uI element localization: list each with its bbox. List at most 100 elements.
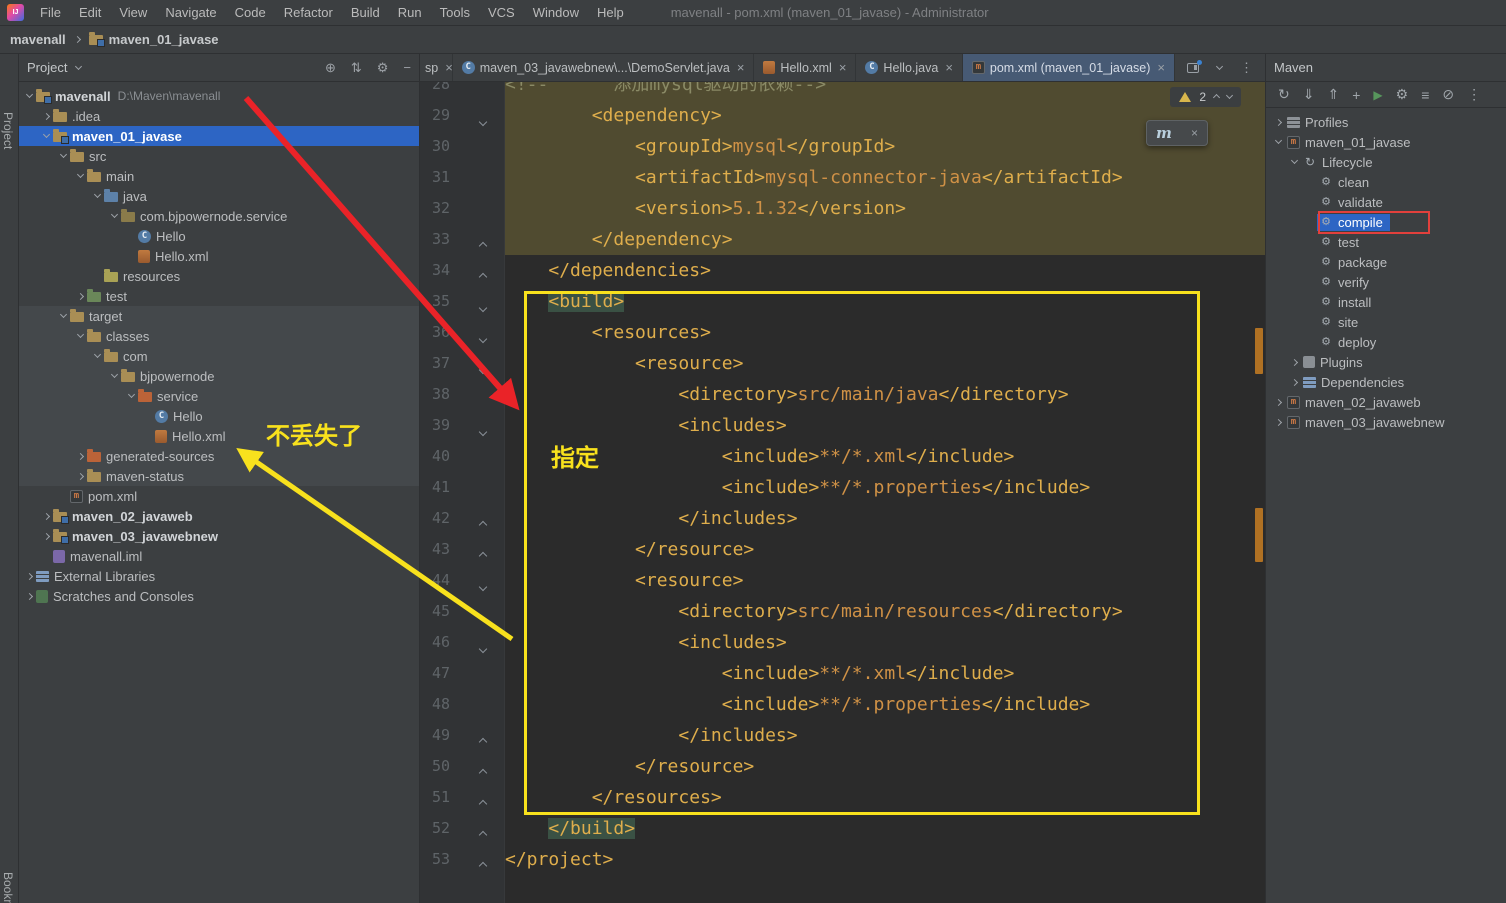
code-line-34[interactable]: 34 </dependencies> — [420, 255, 1265, 286]
add-maven-project-icon[interactable]: + — [1352, 87, 1360, 103]
reimport-maven-icon[interactable]: ↻ — [1278, 86, 1290, 103]
code-line-46[interactable]: 46 <includes> — [420, 627, 1265, 658]
breadcrumb-current[interactable]: maven_01_javase — [109, 32, 219, 47]
fold-up-icon[interactable] — [480, 825, 486, 843]
breadcrumb-root[interactable]: mavenall — [10, 32, 66, 47]
project-panel-title[interactable]: Project — [27, 60, 67, 75]
locate-file-icon[interactable]: ⊕ — [325, 60, 336, 76]
chevron-down-icon[interactable] — [23, 95, 36, 97]
code-text[interactable]: <include>**/*.xml</include> — [505, 441, 1265, 472]
close-tab-icon[interactable]: × — [445, 60, 452, 75]
code-text[interactable]: </build> — [505, 813, 1265, 844]
project-tree-item-main[interactable]: main — [19, 166, 419, 186]
code-text[interactable]: </includes> — [505, 503, 1265, 534]
project-tree-item-hello-xml[interactable]: Hello.xml — [19, 426, 419, 446]
more-actions-icon[interactable]: ⋮ — [1467, 86, 1481, 103]
maven-tree-item-verify[interactable]: ⚙verify — [1266, 272, 1506, 292]
code-text[interactable]: <include>**/*.xml</include> — [505, 658, 1265, 689]
project-tree-item-maven-03-javawebnew[interactable]: maven_03_javawebnew — [19, 526, 419, 546]
menu-refactor[interactable]: Refactor — [275, 5, 342, 20]
fold-up-icon[interactable] — [480, 236, 486, 254]
code-text[interactable]: </project> — [505, 844, 1265, 875]
code-line-52[interactable]: 52 </build> — [420, 813, 1265, 844]
code-line-32[interactable]: 32 <version>5.1.32</version> — [420, 193, 1265, 224]
code-text[interactable]: </dependency> — [505, 224, 1265, 255]
fold-up-icon[interactable] — [480, 546, 486, 564]
code-line-50[interactable]: 50 </resource> — [420, 751, 1265, 782]
maven-tree-item-test[interactable]: ⚙test — [1266, 232, 1506, 252]
chevron-right-icon[interactable] — [74, 454, 87, 459]
project-tree-item-hello[interactable]: CHello — [19, 406, 419, 426]
next-warning-icon[interactable] — [1226, 92, 1233, 99]
project-tree-item-idea[interactable]: .idea — [19, 106, 419, 126]
fold-down-icon[interactable] — [480, 112, 486, 130]
code-text[interactable]: <includes> — [505, 410, 1265, 441]
tool-stripe-bookmarks[interactable]: Bookmarks — [1, 872, 15, 903]
project-tree-item-mavenall-iml[interactable]: mavenall.iml — [19, 546, 419, 566]
chevron-down-icon[interactable] — [74, 335, 87, 337]
maven-settings-icon[interactable]: ⚙ — [1396, 86, 1409, 103]
project-tree-item-scratches-and-consoles[interactable]: Scratches and Consoles — [19, 586, 419, 606]
close-tab-icon[interactable]: × — [839, 60, 847, 75]
chevron-down-icon[interactable] — [108, 375, 121, 377]
code-text[interactable]: <resources> — [505, 317, 1265, 348]
project-tree-item-src[interactable]: src — [19, 146, 419, 166]
code-line-41[interactable]: 41 <include>**/*.properties</include> — [420, 472, 1265, 503]
menu-tools[interactable]: Tools — [431, 5, 479, 20]
code-line-43[interactable]: 43 </resource> — [420, 534, 1265, 565]
fold-up-icon[interactable] — [480, 732, 486, 750]
chevron-right-icon[interactable] — [1272, 120, 1285, 125]
hide-panel-icon[interactable]: − — [403, 60, 411, 75]
code-line-40[interactable]: 40 <include>**/*.xml</include> — [420, 441, 1265, 472]
code-editor[interactable]: 28<!-- 添加mysql驱动的依赖-->29 <dependency>30 … — [420, 82, 1265, 903]
chevron-down-icon[interactable] — [125, 395, 138, 397]
code-text[interactable]: </resource> — [505, 751, 1265, 782]
maven-tree-item-plugins[interactable]: Plugins — [1266, 352, 1506, 372]
code-line-31[interactable]: 31 <artifactId>mysql-connector-java</art… — [420, 162, 1265, 193]
maven-tree-item-deploy[interactable]: ⚙deploy — [1266, 332, 1506, 352]
fold-down-icon[interactable] — [480, 329, 486, 347]
chevron-right-icon[interactable] — [40, 114, 53, 119]
mysql-hint-popup[interactable]: m × — [1146, 120, 1208, 146]
menu-help[interactable]: Help — [588, 5, 633, 20]
settings-gear-icon[interactable]: ⚙ — [377, 60, 389, 76]
chevron-right-icon[interactable] — [40, 534, 53, 539]
expand-collapse-icon[interactable]: ⇅ — [351, 60, 362, 76]
editor-tab-hello-java[interactable]: CHello.java× — [856, 54, 962, 81]
code-text[interactable]: </resource> — [505, 534, 1265, 565]
code-line-44[interactable]: 44 <resource> — [420, 565, 1265, 596]
fold-up-icon[interactable] — [480, 515, 486, 533]
maven-tree-item-lifecycle[interactable]: ↻Lifecycle — [1266, 152, 1506, 172]
fold-up-icon[interactable] — [480, 856, 486, 874]
code-text[interactable]: <directory>src/main/resources</directory… — [505, 596, 1265, 627]
code-text[interactable]: </resources> — [505, 782, 1265, 813]
code-text[interactable]: <!-- 添加mysql驱动的依赖--> — [505, 82, 1265, 100]
scrollbar-mark[interactable] — [1255, 328, 1263, 374]
code-line-37[interactable]: 37 <resource> — [420, 348, 1265, 379]
code-line-35[interactable]: 35 <build> — [420, 286, 1265, 317]
project-tree-item-hello-xml[interactable]: Hello.xml — [19, 246, 419, 266]
chevron-down-icon[interactable] — [108, 215, 121, 217]
fold-down-icon[interactable] — [480, 360, 486, 378]
fold-up-icon[interactable] — [480, 763, 486, 781]
maven-tree-item-dependencies[interactable]: Dependencies — [1266, 372, 1506, 392]
prev-warning-icon[interactable] — [1213, 93, 1220, 100]
project-tree-item-mavenall[interactable]: mavenallD:\Maven\mavenall — [19, 86, 419, 106]
inspections-widget[interactable]: 2 — [1170, 87, 1241, 107]
fold-down-icon[interactable] — [480, 298, 486, 316]
fold-down-icon[interactable] — [480, 422, 486, 440]
fold-up-icon[interactable] — [480, 267, 486, 285]
fold-down-icon[interactable] — [480, 639, 486, 657]
project-tree-item-hello[interactable]: CHello — [19, 226, 419, 246]
scrollbar-mark[interactable] — [1255, 508, 1263, 562]
download-sources-icon[interactable]: ⇓ — [1303, 86, 1315, 103]
project-tree-item-com-bjpowernode-service[interactable]: com.bjpowernode.service — [19, 206, 419, 226]
close-tab-icon[interactable]: × — [945, 60, 953, 75]
editor-menu-icon[interactable]: ⋮ — [1240, 60, 1253, 76]
code-text[interactable]: <includes> — [505, 627, 1265, 658]
maven-tree-item-validate[interactable]: ⚙validate — [1266, 192, 1506, 212]
code-text[interactable]: <version>5.1.32</version> — [505, 193, 1265, 224]
maven-tree-item-maven-01-javase[interactable]: mmaven_01_javase — [1266, 132, 1506, 152]
menu-build[interactable]: Build — [342, 5, 389, 20]
project-tree-item-target[interactable]: target — [19, 306, 419, 326]
